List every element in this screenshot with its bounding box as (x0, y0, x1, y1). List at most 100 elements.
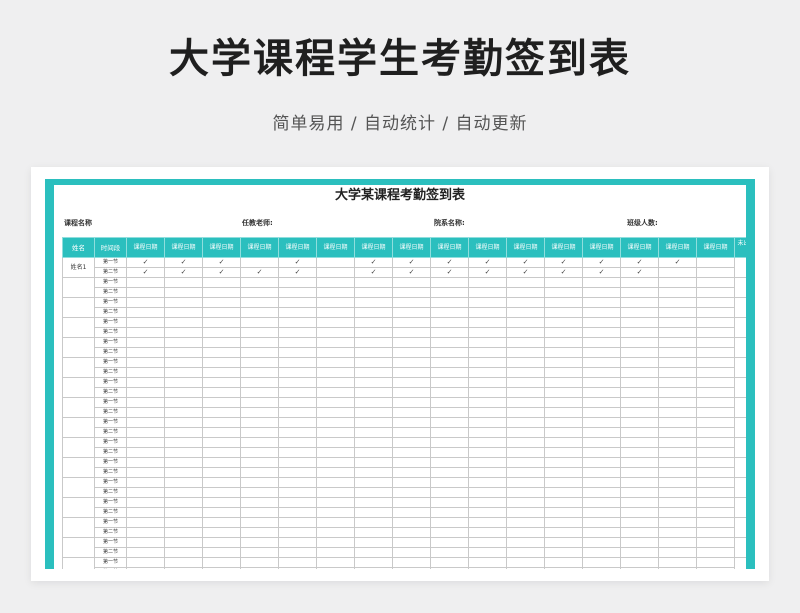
attendance-cell[interactable]: ✓ (506, 257, 545, 268)
attendance-cell[interactable] (164, 517, 203, 528)
attendance-cell[interactable] (544, 487, 583, 498)
attendance-cell[interactable] (544, 507, 583, 518)
attendance-cell[interactable] (620, 527, 659, 538)
attendance-cell[interactable] (620, 537, 659, 548)
attendance-cell[interactable] (696, 397, 735, 408)
attendance-cell[interactable] (392, 447, 431, 458)
attendance-cell[interactable] (202, 447, 241, 458)
attendance-cell[interactable] (164, 487, 203, 498)
attendance-cell[interactable] (544, 347, 583, 358)
attendance-cell[interactable] (506, 557, 545, 568)
attendance-cell[interactable] (202, 397, 241, 408)
attendance-cell[interactable] (696, 307, 735, 318)
attendance-cell[interactable] (620, 307, 659, 318)
attendance-cell[interactable] (278, 477, 317, 488)
attendance-cell[interactable] (392, 317, 431, 328)
attendance-cell[interactable] (468, 317, 507, 328)
attendance-cell[interactable] (506, 317, 545, 328)
attendance-cell[interactable] (468, 457, 507, 468)
attendance-cell[interactable] (582, 417, 621, 428)
attendance-cell[interactable] (164, 447, 203, 458)
attendance-cell[interactable] (544, 567, 583, 569)
attendance-cell[interactable] (544, 287, 583, 298)
attendance-cell[interactable] (316, 507, 355, 518)
attendance-cell[interactable] (240, 477, 279, 488)
attendance-cell[interactable] (316, 557, 355, 568)
attendance-cell[interactable] (582, 277, 621, 288)
attendance-cell[interactable] (468, 547, 507, 558)
attendance-cell[interactable] (240, 347, 279, 358)
attendance-cell[interactable] (658, 527, 697, 538)
attendance-cell[interactable] (278, 327, 317, 338)
attendance-cell[interactable] (240, 297, 279, 308)
attendance-cell[interactable] (544, 407, 583, 418)
attendance-cell[interactable] (278, 427, 317, 438)
attendance-cell[interactable] (164, 287, 203, 298)
attendance-cell[interactable] (392, 527, 431, 538)
attendance-cell[interactable] (240, 397, 279, 408)
attendance-cell[interactable] (278, 467, 317, 478)
attendance-cell[interactable]: ✓ (240, 267, 279, 278)
attendance-cell[interactable] (202, 557, 241, 568)
attendance-cell[interactable]: ✓ (202, 267, 241, 278)
attendance-cell[interactable] (506, 377, 545, 388)
attendance-cell[interactable] (392, 537, 431, 548)
attendance-cell[interactable] (202, 297, 241, 308)
attendance-cell[interactable] (696, 497, 735, 508)
attendance-cell[interactable] (354, 467, 393, 478)
attendance-cell[interactable] (164, 557, 203, 568)
attendance-cell[interactable] (468, 557, 507, 568)
attendance-cell[interactable] (506, 457, 545, 468)
attendance-cell[interactable] (620, 397, 659, 408)
attendance-cell[interactable] (658, 387, 697, 398)
attendance-cell[interactable] (468, 327, 507, 338)
attendance-cell[interactable] (164, 417, 203, 428)
attendance-cell[interactable] (126, 427, 165, 438)
attendance-cell[interactable] (506, 417, 545, 428)
attendance-cell[interactable] (164, 467, 203, 478)
attendance-cell[interactable] (126, 497, 165, 508)
attendance-cell[interactable] (658, 537, 697, 548)
attendance-cell[interactable] (240, 547, 279, 558)
attendance-cell[interactable] (696, 367, 735, 378)
attendance-cell[interactable] (430, 397, 469, 408)
attendance-cell[interactable] (392, 557, 431, 568)
attendance-cell[interactable] (354, 307, 393, 318)
attendance-cell[interactable] (430, 327, 469, 338)
attendance-cell[interactable] (430, 297, 469, 308)
attendance-cell[interactable] (316, 437, 355, 448)
attendance-cell[interactable] (278, 527, 317, 538)
attendance-cell[interactable] (658, 287, 697, 298)
attendance-cell[interactable] (164, 427, 203, 438)
attendance-cell[interactable] (658, 427, 697, 438)
attendance-cell[interactable] (202, 507, 241, 518)
attendance-cell[interactable] (468, 477, 507, 488)
attendance-cell[interactable] (354, 507, 393, 518)
attendance-cell[interactable] (392, 567, 431, 569)
attendance-cell[interactable] (354, 297, 393, 308)
attendance-cell[interactable] (468, 567, 507, 569)
attendance-cell[interactable] (354, 337, 393, 348)
attendance-cell[interactable] (544, 297, 583, 308)
attendance-cell[interactable] (278, 537, 317, 548)
attendance-cell[interactable] (620, 547, 659, 558)
attendance-cell[interactable] (658, 357, 697, 368)
attendance-cell[interactable] (316, 377, 355, 388)
attendance-cell[interactable] (164, 477, 203, 488)
attendance-cell[interactable] (430, 277, 469, 288)
attendance-cell[interactable] (164, 357, 203, 368)
attendance-cell[interactable] (392, 487, 431, 498)
attendance-cell[interactable] (506, 467, 545, 478)
attendance-cell[interactable] (544, 367, 583, 378)
attendance-cell[interactable] (126, 297, 165, 308)
attendance-cell[interactable] (278, 517, 317, 528)
attendance-cell[interactable] (582, 567, 621, 569)
attendance-cell[interactable] (392, 437, 431, 448)
attendance-cell[interactable] (582, 297, 621, 308)
attendance-cell[interactable] (202, 287, 241, 298)
attendance-cell[interactable] (126, 337, 165, 348)
attendance-cell[interactable] (316, 287, 355, 298)
attendance-cell[interactable] (392, 387, 431, 398)
attendance-cell[interactable] (696, 487, 735, 498)
attendance-cell[interactable] (620, 317, 659, 328)
